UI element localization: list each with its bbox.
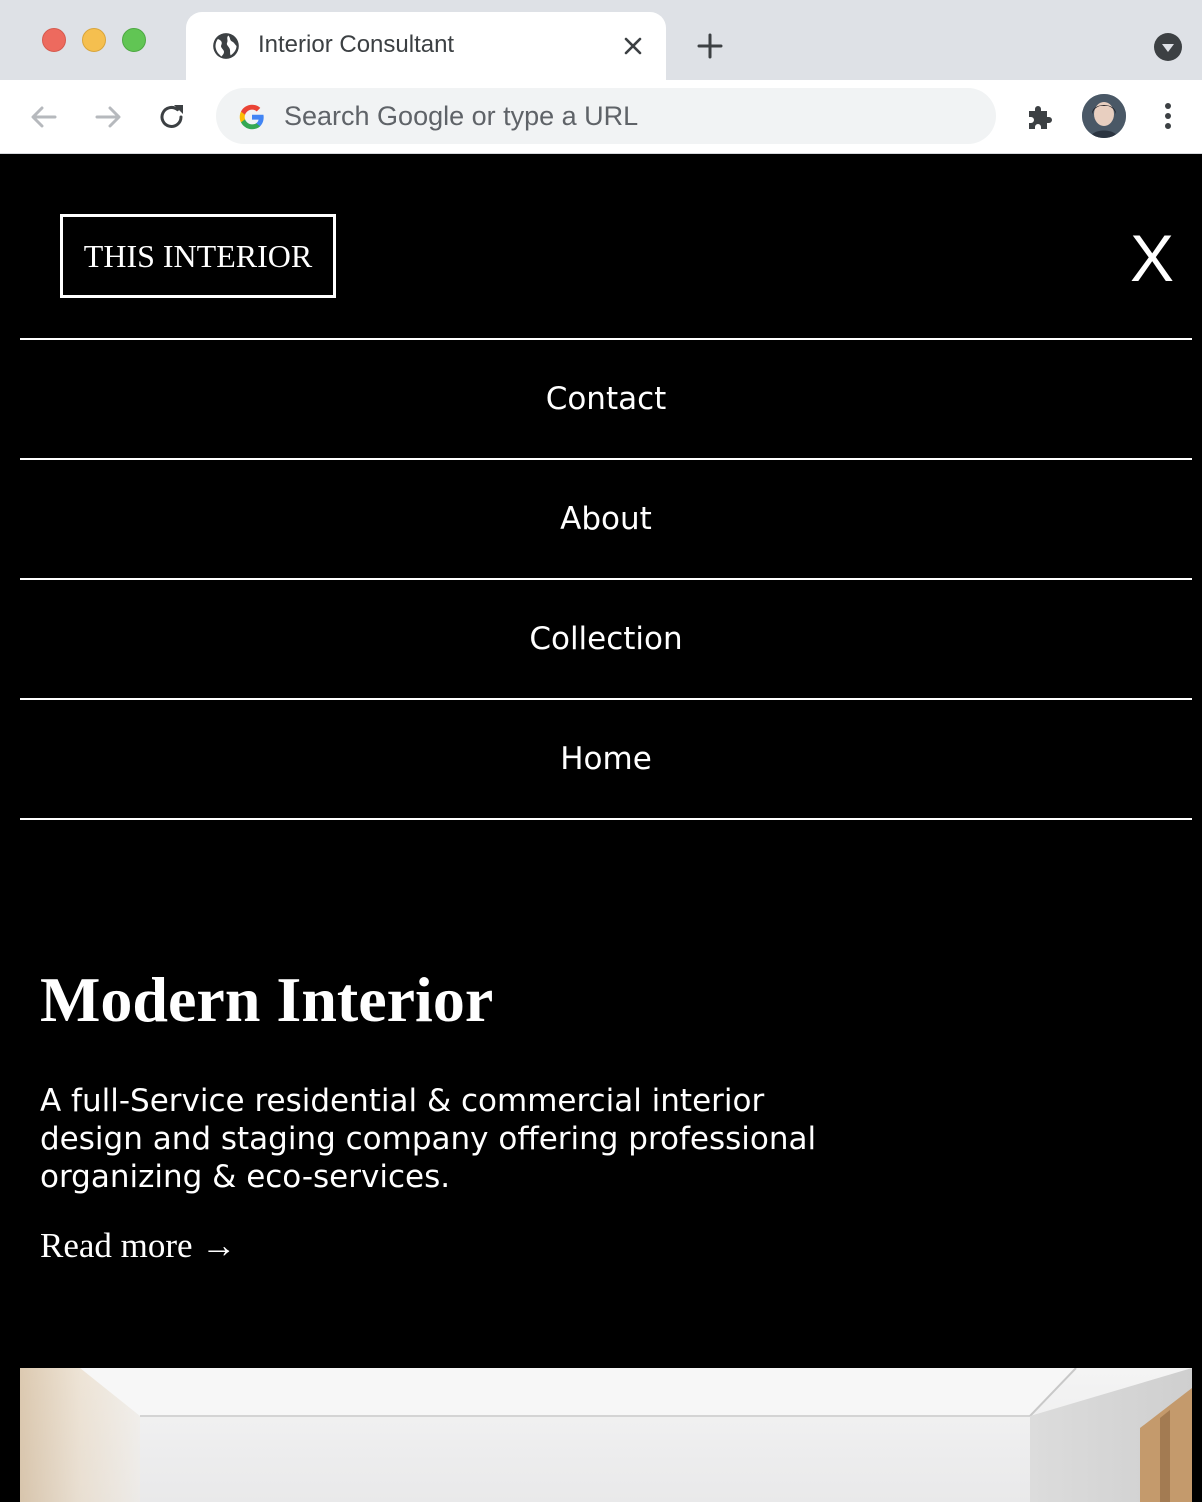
extensions-puzzle-icon[interactable]	[1024, 100, 1056, 132]
room-illustration	[20, 1368, 1192, 1502]
page-content: THIS INTERIOR X Contact About Collection…	[0, 154, 1202, 1502]
profile-avatar[interactable]	[1082, 94, 1126, 138]
menu-item-contact[interactable]: Contact	[20, 338, 1192, 458]
hero-description: A full-Service residential & commercial …	[40, 1083, 817, 1195]
more-menu-icon[interactable]	[1156, 100, 1180, 132]
browser-toolbar: Search Google or type a URL	[0, 80, 1202, 154]
forward-arrow-icon[interactable]	[92, 101, 124, 133]
new-tab-icon[interactable]	[696, 32, 724, 60]
hero-room-image	[20, 1368, 1192, 1502]
hero-title: Modern Interior	[40, 964, 494, 1035]
menu-item-home[interactable]: Home	[20, 698, 1192, 820]
window-close-button[interactable]	[42, 28, 66, 52]
address-bar-placeholder: Search Google or type a URL	[284, 101, 639, 131]
window-minimize-button[interactable]	[82, 28, 106, 52]
google-icon	[239, 104, 264, 130]
tab-title: Interior Consultant	[258, 31, 455, 58]
profile-photo-icon	[1082, 94, 1126, 138]
back-arrow-icon[interactable]	[28, 101, 60, 133]
browser-tab[interactable]: Interior Consultant	[186, 12, 666, 80]
menu-item-collection[interactable]: Collection	[20, 578, 1192, 698]
site-logo[interactable]: THIS INTERIOR	[60, 214, 336, 298]
address-bar[interactable]: Search Google or type a URL	[216, 88, 996, 144]
close-tab-icon[interactable]	[622, 35, 644, 57]
close-menu-button[interactable]: X	[1122, 220, 1182, 296]
globe-icon	[213, 33, 239, 59]
browser-tab-bar: Interior Consultant	[0, 0, 1202, 80]
tab-search-icon[interactable]	[1153, 32, 1183, 62]
menu-item-about[interactable]: About	[20, 458, 1192, 578]
read-more-link[interactable]: Read more →	[40, 1226, 236, 1266]
window-zoom-button[interactable]	[122, 28, 146, 52]
site-logo-text: THIS INTERIOR	[83, 237, 313, 274]
nav-menu: Contact About Collection Home	[20, 338, 1192, 820]
reload-icon[interactable]	[156, 101, 188, 133]
